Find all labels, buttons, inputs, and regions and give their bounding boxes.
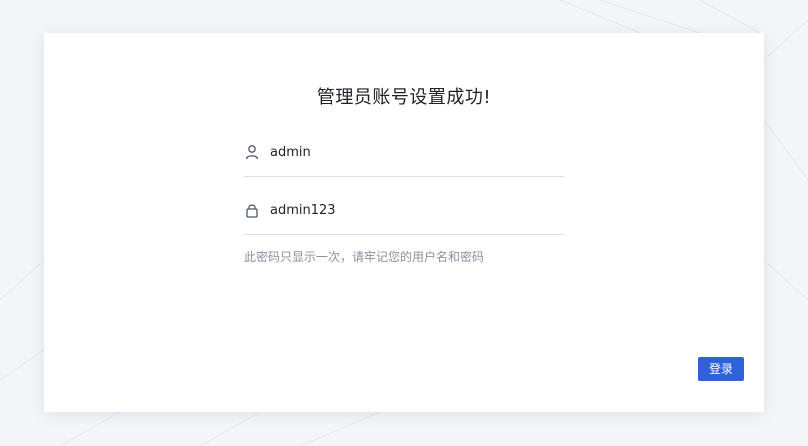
lock-icon	[244, 202, 260, 218]
page-title: 管理员账号设置成功!	[316, 87, 492, 108]
login-button[interactable]: 登录	[698, 357, 744, 381]
password-value: admin123	[270, 203, 336, 218]
password-hint: 此密码只显示一次，请牢记您的用户名和密码	[244, 250, 485, 264]
username-value: admin	[270, 145, 311, 160]
password-field: admin123	[244, 191, 564, 235]
username-field: admin	[244, 133, 564, 177]
user-icon	[244, 144, 260, 160]
setup-success-card: 管理员账号设置成功! admin admin123 此密码只显示一次，请牢记您的…	[44, 33, 764, 412]
